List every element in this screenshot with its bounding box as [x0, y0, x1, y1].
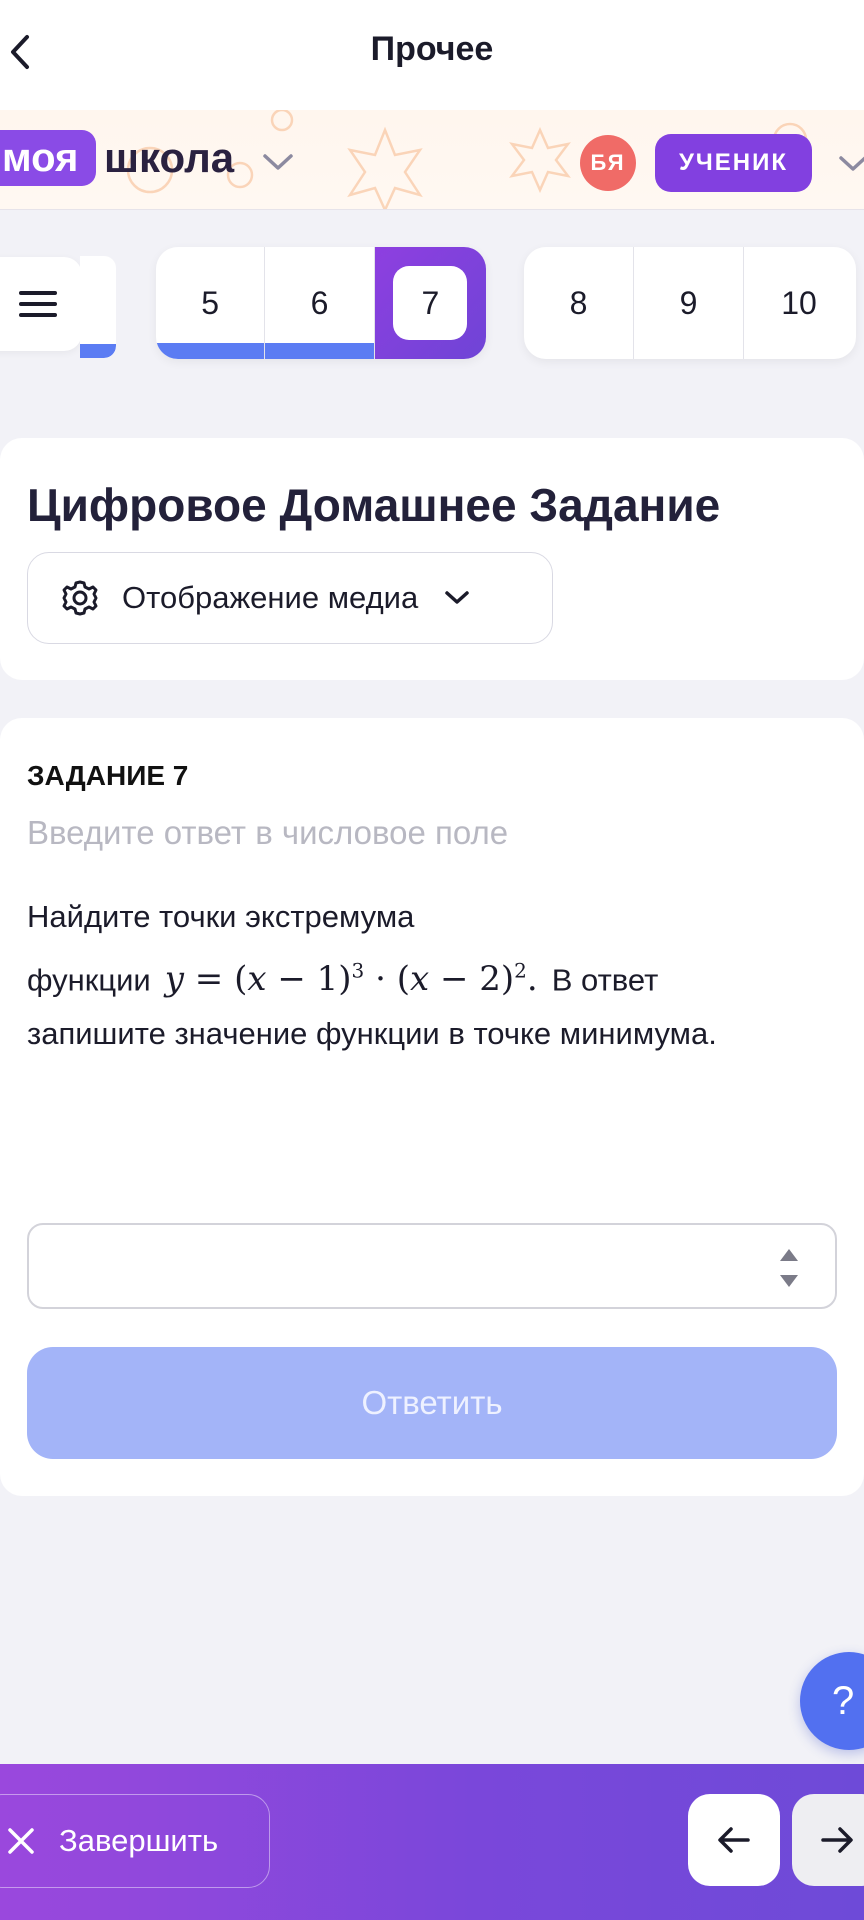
previous-task-button[interactable] [688, 1794, 780, 1886]
arrow-right-icon [821, 1827, 853, 1853]
task-number-button[interactable]: 6 [265, 247, 375, 359]
task-text-prefix: функции [27, 962, 151, 998]
next-task-button[interactable] [792, 1794, 864, 1886]
arrow-left-icon [718, 1827, 750, 1853]
logo-shkola: школа [104, 134, 235, 181]
chevron-down-icon [445, 591, 469, 604]
task-number-button[interactable]: 10 [744, 247, 854, 359]
finish-label: Завершить [59, 1823, 219, 1858]
task-number-button-active[interactable]: 7 [374, 247, 486, 359]
answer-number-field[interactable] [27, 1223, 837, 1309]
logo-moya: моя [0, 130, 97, 186]
avatar[interactable]: БЯ [580, 135, 636, 191]
active-task-label: 7 [393, 266, 468, 340]
help-button[interactable]: ? [800, 1652, 864, 1750]
task-text-line: запишите значение функции в точке миниму… [27, 1016, 717, 1052]
task-number-button[interactable]: 8 [524, 247, 634, 359]
school-header: моя школа БЯ УЧЕНИК [0, 110, 864, 210]
main-title: Цифровое Домашнее Задание [27, 479, 721, 531]
previous-task-group[interactable] [80, 256, 116, 358]
menu-button[interactable] [0, 257, 82, 351]
media-display-dropdown[interactable]: Отображение медиа [27, 552, 553, 644]
task-group: 5 6 7 [156, 247, 486, 359]
close-icon [8, 1828, 34, 1854]
task-hint: Введите ответ в числовое поле [27, 814, 509, 851]
gear-icon [62, 580, 98, 616]
answer-input[interactable] [29, 1225, 729, 1305]
task-number: ЗАДАНИЕ 7 [27, 760, 189, 791]
top-bar: Прочее [0, 0, 864, 110]
task-number-button[interactable]: 9 [634, 247, 744, 359]
task-text: Найдите точки экстремума функции y = (x −… [27, 890, 827, 1061]
heading-card: Цифровое Домашнее Задание Отображение ме… [0, 438, 864, 680]
bottom-bar: Завершить [0, 1764, 864, 1920]
task-text-line: Найдите точки экстремума [27, 899, 415, 934]
task-formula: y = (x − 1)3 · (x − 2)2. [164, 959, 538, 1000]
number-stepper-icon[interactable] [777, 1245, 801, 1291]
task-number-button[interactable]: 5 [156, 247, 266, 359]
page-title: Прочее [370, 30, 494, 68]
chevron-down-icon[interactable] [262, 152, 294, 172]
finish-button[interactable]: Завершить [0, 1794, 270, 1888]
hamburger-icon [19, 291, 57, 317]
role-badge[interactable]: УЧЕНИК [655, 134, 812, 192]
task-text-line: функции y = (x − 1)3 · (x − 2)2. В ответ [27, 944, 827, 1007]
submit-answer-button[interactable]: Ответить [27, 1347, 837, 1459]
task-group: 8 9 10 [524, 247, 856, 359]
task-text-suffix: В ответ [551, 962, 659, 998]
media-display-label: Отображение медиа [122, 580, 419, 615]
chevron-down-icon[interactable] [838, 154, 864, 174]
task-card: ЗАДАНИЕ 7 Введите ответ в числовое поле … [0, 718, 864, 1496]
